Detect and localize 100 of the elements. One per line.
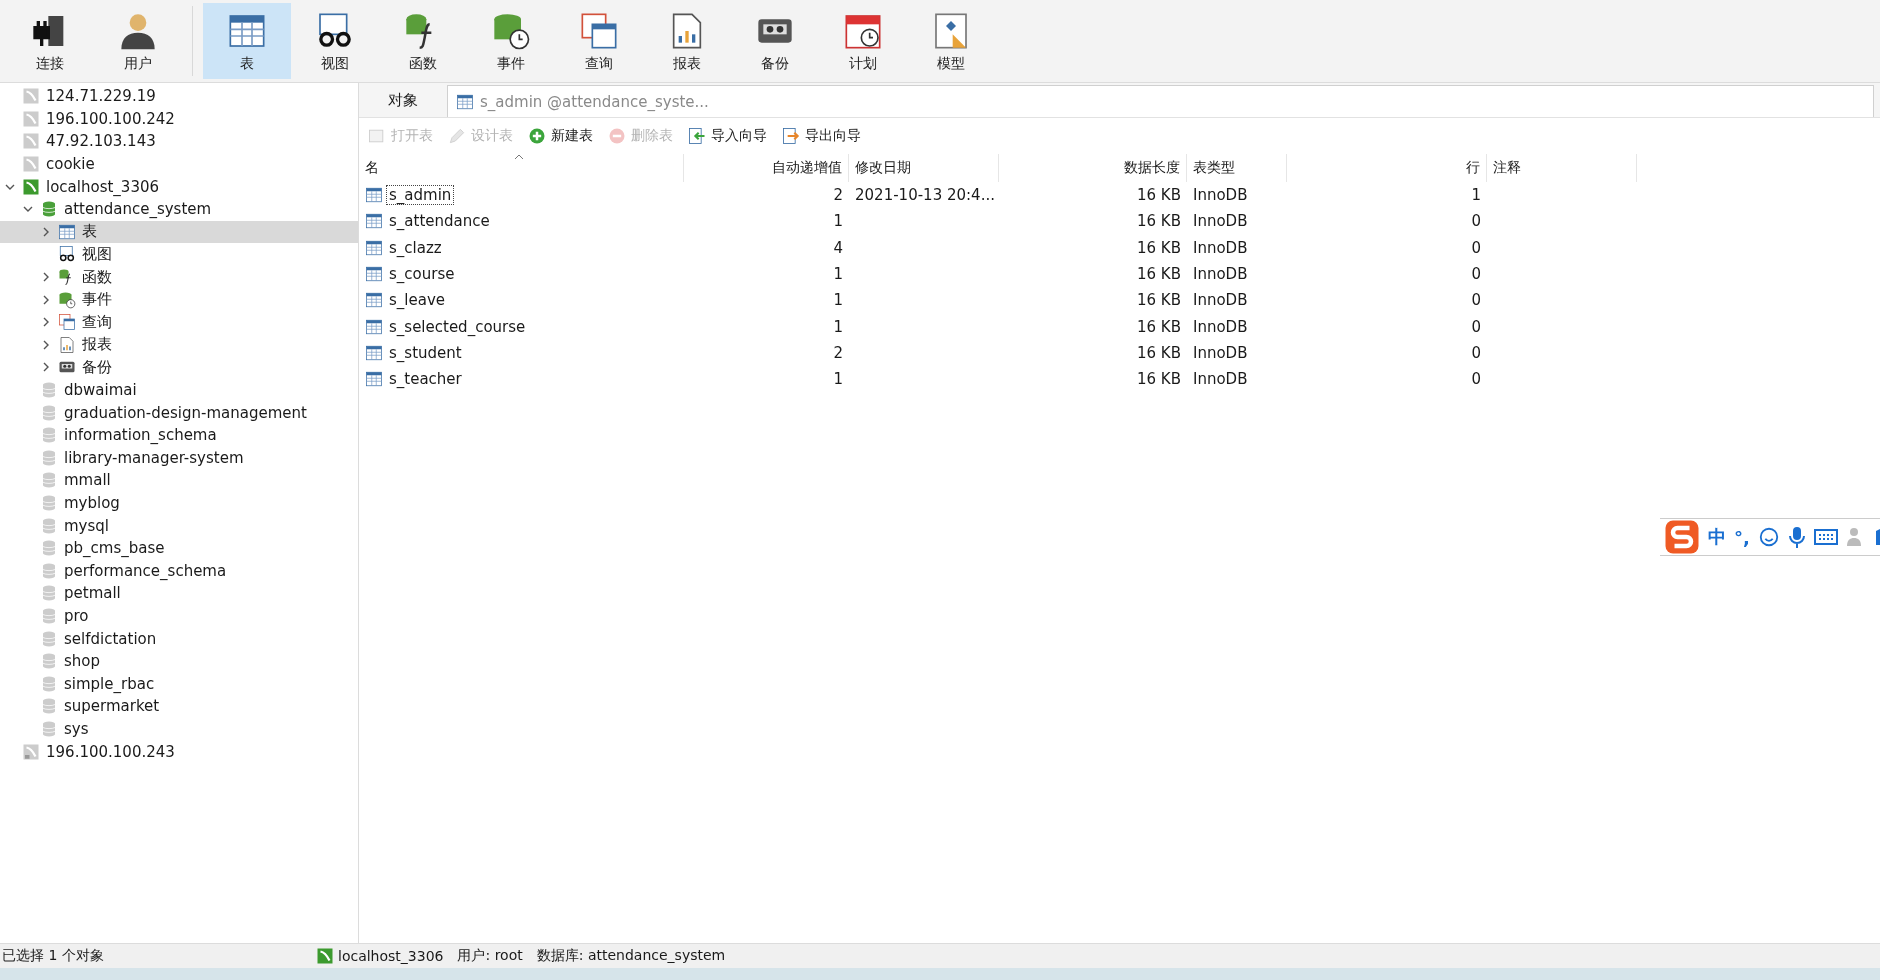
table-cell[interactable]: s_clazz [359, 234, 684, 261]
table-cell[interactable]: s_admin [359, 182, 684, 209]
table-cell[interactable]: s_student [359, 339, 684, 367]
tree-item[interactable]: simple_rbac [0, 672, 358, 696]
export-icon [781, 126, 801, 146]
table-cell-text: InnoDB [1192, 185, 1249, 207]
tree-item[interactable]: pro [0, 604, 358, 628]
tree-item[interactable]: selfdictation [0, 627, 358, 650]
tree-item[interactable]: pb_cms_base [0, 536, 358, 560]
database-clock-icon [58, 290, 76, 309]
tree-item[interactable]: library-manager-system [0, 446, 358, 470]
tree-item[interactable]: 196.100.100.242 [0, 107, 358, 131]
table-cell-text: 4 [832, 237, 844, 259]
table-cell-text: 16 KB [1136, 316, 1182, 338]
toolbar-button[interactable]: 报表 [643, 3, 731, 79]
microphone-icon[interactable] [1787, 525, 1806, 549]
tree-item[interactable]: information_schema [0, 423, 358, 447]
smiley-icon[interactable] [1757, 526, 1780, 548]
tree-item[interactable]: 备份 [0, 356, 358, 379]
tree-item[interactable]: 196.100.100.243 [0, 740, 358, 763]
tree-item-label: myblog [64, 494, 120, 512]
table-cell[interactable]: s_leave [359, 287, 684, 314]
keyboard-icon[interactable] [1813, 527, 1838, 547]
toolbar-button[interactable]: 函数 [379, 3, 467, 79]
status-selection: 已选择 1 个对象 [2, 947, 105, 965]
table-cell[interactable]: s_selected_course [359, 313, 684, 340]
tree-item[interactable]: 视图 [0, 243, 358, 266]
action-button[interactable]: 导入向导 [685, 124, 769, 148]
table-cell-text: 16 KB [1136, 264, 1182, 286]
column-header[interactable]: 注释 [1487, 154, 1637, 182]
table-cell-text: 2021-10-13 20:4... [854, 185, 996, 207]
table-icon [365, 212, 383, 231]
tree-item-label: 报表 [82, 335, 112, 355]
tree-item-label: 查询 [82, 312, 112, 332]
toolbar-button[interactable]: 视图 [291, 3, 379, 79]
table-name-label: s_clazz [388, 237, 443, 258]
column-header[interactable]: 数据长度 [999, 154, 1187, 182]
column-header[interactable]: 名 [359, 154, 684, 182]
tree-item[interactable]: sys [0, 717, 358, 741]
table-cell-text: 0 [1470, 264, 1482, 286]
action-button[interactable]: 导出向导 [779, 124, 863, 148]
tree-item[interactable]: petmall [0, 582, 358, 605]
ime-mode-toggle[interactable]: 中 [1708, 525, 1726, 549]
server-icon [22, 109, 40, 128]
column-header[interactable]: 行 [1287, 154, 1487, 182]
input-method-logo-icon[interactable] [1664, 519, 1700, 555]
toolbar-button[interactable]: 用户 [94, 3, 182, 79]
tree-item[interactable]: attendance_system [0, 197, 358, 221]
sort-ascending-icon [514, 154, 524, 160]
toolbar-button[interactable]: 连接 [6, 3, 94, 79]
toolbar-button[interactable]: 事件 [467, 3, 555, 79]
toolbar-button[interactable]: 查询 [555, 3, 643, 79]
tree-item[interactable]: 函数 [0, 265, 358, 289]
tree-item[interactable]: 事件 [0, 288, 358, 311]
object-tab[interactable]: s_admin @attendance_syste... [447, 85, 1874, 117]
action-button[interactable]: 新建表 [525, 124, 595, 148]
database-icon [40, 629, 58, 648]
tree-item-label: 196.100.100.243 [46, 742, 175, 761]
toolbar-button[interactable]: 表 [203, 3, 291, 79]
database-icon [40, 697, 58, 716]
column-header[interactable]: 表类型 [1187, 154, 1287, 182]
tree-item[interactable]: graduation-design-management [0, 401, 358, 424]
tree-item[interactable]: 查询 [0, 310, 358, 334]
tree-item[interactable]: cookie [0, 152, 358, 176]
table-cell-text: 1 [832, 316, 844, 338]
table-cell[interactable]: s_attendance [359, 208, 684, 235]
tree-item-label: shop [64, 652, 101, 671]
table-cell[interactable]: s_course [359, 260, 684, 288]
tree-item[interactable]: localhost_3306 [0, 175, 358, 198]
column-header[interactable]: 自动递增值 [684, 154, 849, 182]
tree-item[interactable]: 124.71.229.19 [0, 85, 358, 108]
tree-item-label: pro [64, 606, 89, 625]
tree-item[interactable]: 47.92.103.143 [0, 130, 358, 153]
ime-punctuation-toggle[interactable]: °, [1734, 526, 1750, 548]
tree-item[interactable]: mmall [0, 469, 358, 492]
tree-item[interactable]: 表 [0, 220, 358, 244]
database-icon [40, 426, 58, 445]
column-header[interactable]: 修改日期 [849, 154, 999, 182]
table-cell-text: 1 [832, 264, 844, 286]
toolbar-button[interactable]: 备份 [731, 3, 819, 79]
tree-item[interactable]: shop [0, 649, 358, 673]
minus-icon [607, 126, 627, 146]
tree-item[interactable]: mysql [0, 514, 358, 537]
table-icon [365, 370, 383, 389]
table-cell-text: 16 KB [1136, 369, 1182, 391]
toolbar-button[interactable]: 模型 [907, 3, 995, 79]
database-icon [40, 381, 58, 399]
table-cell-text: 2 [832, 185, 844, 207]
tree-item-label: 事件 [82, 290, 112, 310]
tree-item[interactable]: performance_schema [0, 559, 358, 583]
tree-item[interactable]: myblog [0, 491, 358, 515]
table-cell[interactable]: s_teacher [359, 366, 684, 393]
tree-item[interactable]: dbwaimai [0, 378, 358, 402]
table-icon [456, 92, 474, 111]
tree-item-label: 47.92.103.143 [46, 132, 156, 151]
tree-item[interactable]: supermarket [0, 695, 358, 718]
table-cell-text: InnoDB [1192, 237, 1249, 259]
tree-item-label: performance_schema [64, 561, 227, 580]
tree-item[interactable]: 报表 [0, 333, 358, 357]
toolbar-button[interactable]: 计划 [819, 3, 907, 79]
